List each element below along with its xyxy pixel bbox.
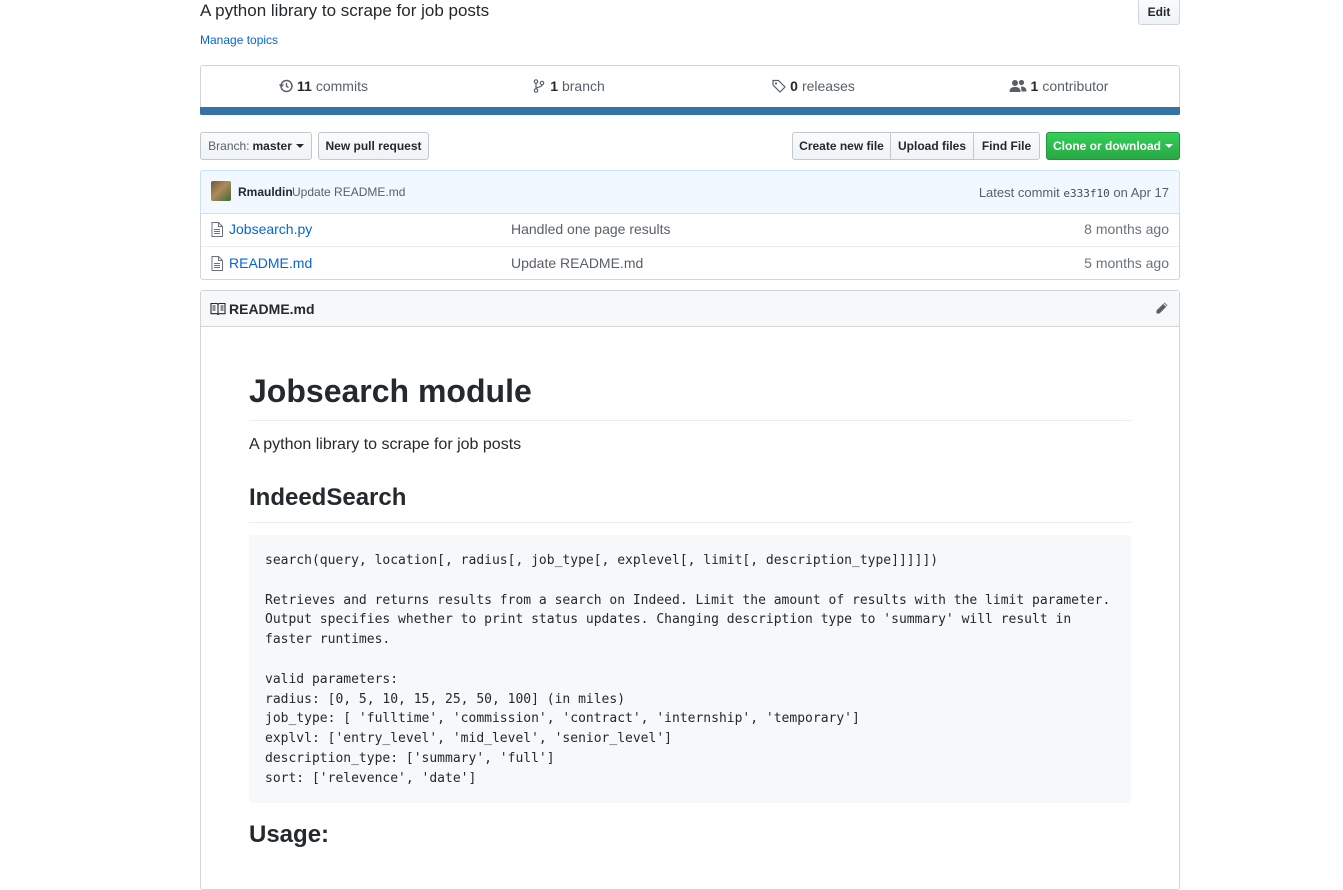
- repo-description: A python library to scrape for job posts: [200, 1, 490, 20]
- readme-panel: README.md Jobsearch module A python libr…: [200, 290, 1180, 890]
- commit-sha-link[interactable]: e333f10: [1063, 187, 1109, 200]
- repo-summary: 11 commits 1 branch 0 releases 1 contrib…: [200, 65, 1180, 115]
- readme-title: README.md: [229, 301, 315, 317]
- find-file-button[interactable]: Find File: [973, 132, 1040, 160]
- file-age: 5 months ago: [1084, 255, 1169, 271]
- file-commit-message-link[interactable]: Update README.md: [511, 255, 643, 271]
- chevron-down-icon: [1165, 144, 1173, 148]
- language-bar: [200, 107, 1180, 115]
- contributors-label: contributor: [1042, 78, 1109, 94]
- file-commit-message-link[interactable]: Handled one page results: [511, 221, 671, 237]
- branch-select-button[interactable]: Branch: master: [200, 132, 312, 160]
- edit-description-button[interactable]: Edit: [1138, 0, 1180, 25]
- releases-count: 0: [790, 78, 798, 94]
- code-block: search(query, location[, radius[, job_ty…: [249, 535, 1131, 803]
- readme-intro: A python library to scrape for job posts: [249, 436, 522, 453]
- commit-date: on Apr 17: [1113, 185, 1169, 200]
- branch-count: 1: [550, 78, 558, 94]
- table-row: Jobsearch.py Handled one page results 8 …: [201, 213, 1179, 246]
- file-name-link[interactable]: README.md: [229, 255, 312, 271]
- branch-icon: [532, 79, 546, 93]
- manage-topics-link[interactable]: Manage topics: [200, 33, 278, 47]
- clone-or-download-button[interactable]: Clone or download: [1046, 132, 1180, 160]
- chevron-down-icon: [295, 144, 304, 148]
- commits-stat[interactable]: 11 commits: [201, 78, 446, 94]
- branch-label: branch: [561, 78, 605, 94]
- file-icon: [211, 222, 223, 240]
- readme-usage-heading: Usage:: [249, 821, 330, 848]
- commits-count: 11: [297, 78, 312, 94]
- branches-stat[interactable]: 1 branch: [446, 78, 691, 94]
- file-list: Jobsearch.py Handled one page results 8 …: [200, 213, 1180, 280]
- table-row: README.md Update README.md 5 months ago: [201, 246, 1179, 279]
- create-new-file-button[interactable]: Create new file: [792, 132, 891, 160]
- latest-commit-bar: Rmauldin Update README.md Latest commit …: [200, 170, 1180, 214]
- avatar[interactable]: [211, 181, 231, 201]
- contributors-stat[interactable]: 1 contributor: [936, 78, 1181, 94]
- readme-subheading: IndeedSearch: [249, 483, 1131, 523]
- readme-header: README.md: [201, 291, 1179, 327]
- new-pull-request-button[interactable]: New pull request: [318, 132, 429, 160]
- latest-commit-label: Latest commit: [978, 185, 1060, 200]
- releases-stat[interactable]: 0 releases: [691, 78, 936, 94]
- pencil-icon[interactable]: [1155, 301, 1169, 318]
- file-icon: [211, 256, 223, 274]
- readme-heading: Jobsearch module: [249, 371, 1131, 421]
- commit-author-link[interactable]: Rmauldin: [238, 185, 293, 199]
- history-icon: [279, 79, 293, 93]
- commits-label: commits: [315, 78, 368, 94]
- contributors-count: 1: [1030, 78, 1039, 94]
- file-name-link[interactable]: Jobsearch.py: [229, 221, 312, 237]
- people-icon: [1009, 79, 1027, 93]
- file-age: 8 months ago: [1084, 221, 1169, 237]
- tag-icon: [772, 79, 786, 93]
- clone-label: Clone or download: [1053, 139, 1161, 153]
- branch-prefix: Branch:: [208, 139, 250, 153]
- latest-commit-info: Latest commit e333f10 on Apr 17: [979, 185, 1169, 200]
- releases-label: releases: [801, 78, 855, 94]
- upload-files-button[interactable]: Upload files: [890, 132, 974, 160]
- branch-name: master: [252, 139, 292, 153]
- commit-message-link[interactable]: Update README.md: [292, 185, 405, 199]
- book-icon: [210, 302, 226, 319]
